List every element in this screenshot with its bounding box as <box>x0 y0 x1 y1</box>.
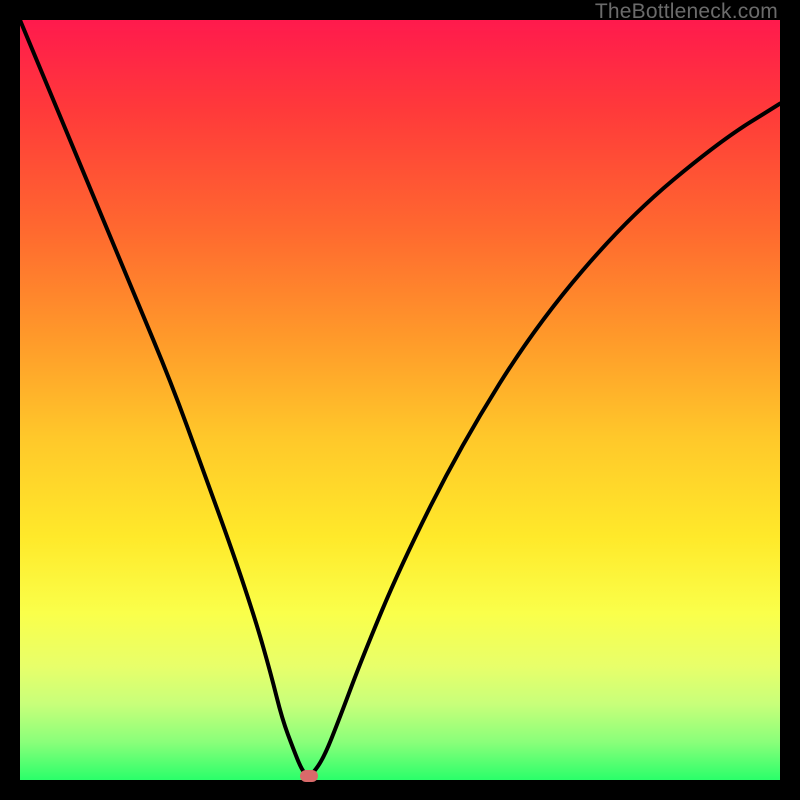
watermark-text: TheBottleneck.com <box>595 0 778 24</box>
chart-frame: TheBottleneck.com <box>0 0 800 800</box>
plot-area <box>20 20 780 780</box>
optimal-marker <box>300 770 318 782</box>
bottleneck-curve <box>20 20 780 780</box>
